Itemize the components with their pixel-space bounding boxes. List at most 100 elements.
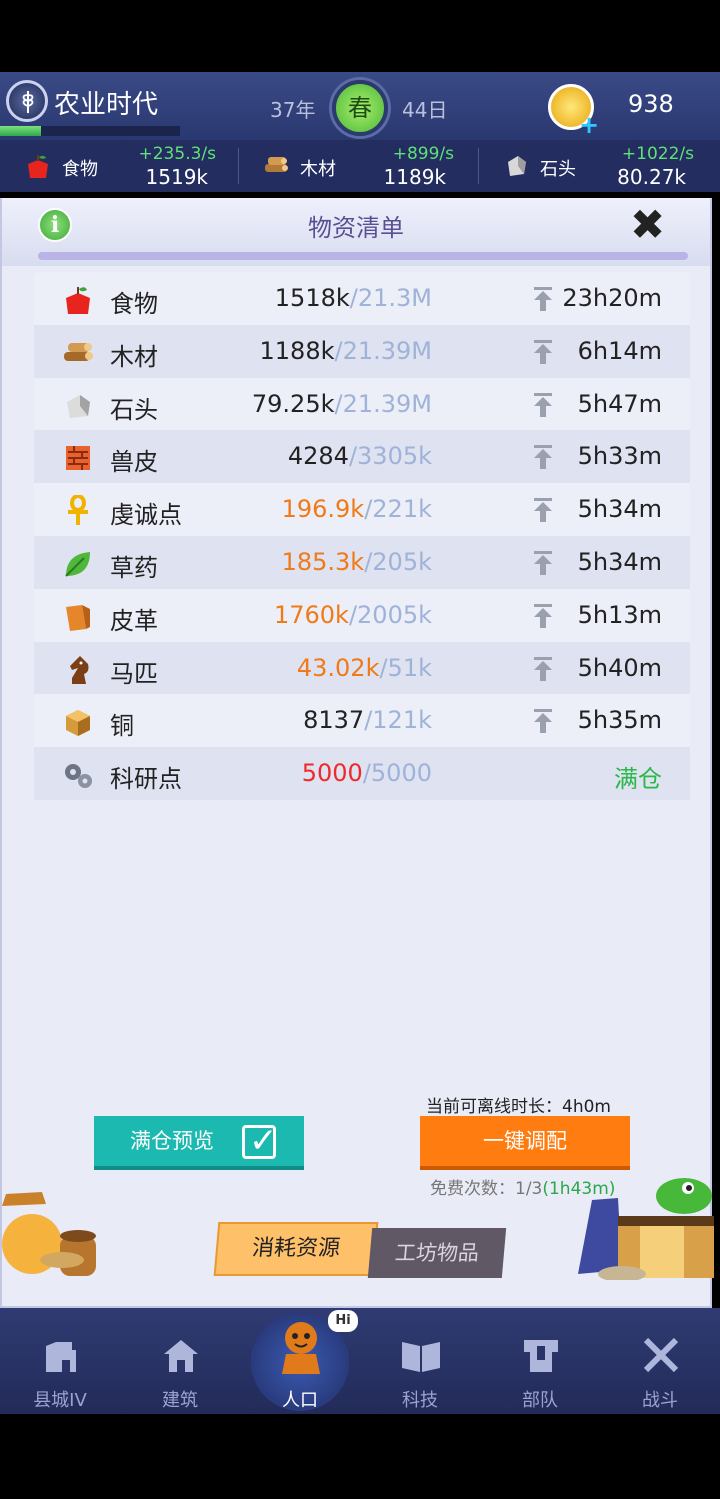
upgrade-arrow-icon[interactable] <box>532 392 554 418</box>
hi-badge: Hi <box>328 1310 358 1332</box>
ankh-icon <box>68 495 88 526</box>
resource-fill-time: 5h40m <box>577 653 662 682</box>
resource-name: 马匹 <box>110 659 158 688</box>
apple-icon <box>66 287 90 314</box>
apple-icon <box>28 155 48 178</box>
stone-icon <box>508 156 526 176</box>
coin-amount: 938 <box>628 90 674 118</box>
nav-army[interactable]: 部队 <box>480 1308 600 1414</box>
resource-fill-time: 5h34m <box>577 547 662 576</box>
era-title: 农业时代 <box>54 90 159 120</box>
resource-fill-time: 满仓 <box>614 765 662 794</box>
resource-name: 皮革 <box>110 606 158 635</box>
upgrade-arrow-icon[interactable] <box>532 708 554 734</box>
resource-amount: 1188k/21.39M <box>259 336 432 365</box>
resource-amount: 1518k/21.3M <box>274 284 432 312</box>
copper-icon <box>66 710 90 737</box>
upgrade-arrow-icon[interactable] <box>532 656 554 682</box>
resource-wood[interactable]: 木材 +899/s 1189k <box>238 140 478 192</box>
nav-battle[interactable]: 战斗 <box>600 1308 720 1414</box>
resource-fill-time: 5h13m <box>577 600 662 629</box>
tab-workshop-items[interactable]: 工坊物品 <box>367 1228 507 1278</box>
resource-row: 皮革 1760k/2005k 5h13m <box>34 589 690 642</box>
close-icon[interactable]: ✖ <box>630 204 665 246</box>
hide-icon <box>66 446 90 471</box>
castle-icon <box>46 1342 76 1372</box>
nav-county[interactable]: 县城IV <box>0 1308 120 1414</box>
checkbox-icon[interactable]: ✓ <box>242 1121 278 1161</box>
coin-icon[interactable]: + <box>548 84 599 139</box>
resource-name: 石头 <box>110 395 158 424</box>
era-progress-bar <box>0 126 180 136</box>
upgrade-arrow-icon[interactable] <box>532 603 554 629</box>
resource-row: 木材 1188k/21.39M 6h14m <box>34 324 690 378</box>
resource-amount: 196.9k/221k <box>281 495 432 524</box>
resource-stone[interactable]: 石头 +1022/s 80.27k <box>478 140 718 192</box>
resource-name: 木材 <box>110 342 158 371</box>
wood-logs-icon <box>64 342 93 361</box>
upgrade-arrow-icon[interactable] <box>532 339 554 365</box>
resource-amount: 4284/3305k <box>287 442 432 471</box>
nav-technology[interactable]: 科技 <box>360 1308 480 1414</box>
armor-icon <box>524 1340 558 1372</box>
resource-row: 兽皮 4284/3305k 5h33m <box>34 430 690 484</box>
book-icon <box>402 1342 440 1372</box>
resource-amount: 5000/5000 <box>301 759 432 788</box>
leaf-icon <box>65 551 90 577</box>
inventory-panel: i 物资清单 ✖ 食物 1518k/21.3M 23h20m 木材 1188k/21.3… <box>0 198 714 1308</box>
resource-fill-time: 23h20m <box>562 284 662 312</box>
resource-row: 科研点 5000/5000 满仓 <box>34 747 690 800</box>
resource-fill-time: 6h14m <box>577 336 662 365</box>
auto-allocate-button[interactable]: 一键调配 <box>420 1116 630 1170</box>
resource-name: 虔诚点 <box>110 501 182 530</box>
resource-amount: 79.25k/21.39M <box>251 389 432 418</box>
day-label: 44日 <box>402 98 448 122</box>
era-progress-fill <box>0 126 42 136</box>
upgrade-arrow-icon[interactable] <box>532 550 554 576</box>
upgrade-arrow-icon[interactable] <box>532 497 554 523</box>
resource-amount: 43.02k/51k <box>296 653 432 682</box>
resource-fill-time: 5h33m <box>577 442 662 471</box>
resource-food[interactable]: 食物 +235.3/s 1519k <box>0 140 240 192</box>
top-bar: 农业时代 37年 春 44日 + 938 <box>0 72 720 140</box>
upgrade-arrow-icon[interactable] <box>532 444 554 470</box>
resource-bar: 食物 +235.3/s 1519k 木材 +899/s 1189k 石头 +10… <box>0 140 720 192</box>
gears-icon <box>65 764 92 789</box>
divider <box>38 252 688 260</box>
horse-icon <box>70 655 89 684</box>
resource-amount: 1760k/2005k <box>273 600 432 629</box>
resource-row: 马匹 43.02k/51k 5h40m <box>34 641 690 695</box>
resource-name: 铜 <box>110 712 134 741</box>
resource-fill-time: 5h47m <box>577 389 662 418</box>
resource-name: 草药 <box>110 553 158 582</box>
panel-title: 物资清单 <box>308 214 404 242</box>
nav-buildings[interactable]: 建筑 <box>120 1308 240 1414</box>
bottom-nav: 县城IV 建筑 人口 科技 部队 战斗 <box>0 1308 720 1414</box>
resource-name: 食物 <box>110 290 158 318</box>
full-preview-button[interactable]: 满仓预览 ✓ <box>94 1116 304 1170</box>
panel-header: i 物资清单 ✖ <box>2 198 710 266</box>
stone-icon <box>67 394 90 418</box>
tab-consumables[interactable]: 消耗资源 <box>213 1222 379 1276</box>
resource-list: 食物 1518k/21.3M 23h20m 木材 1188k/21.39M 6h14m 石头… <box>34 272 690 800</box>
resource-amount: 8137/121k <box>303 706 432 735</box>
treasure-chest-decoration <box>578 1178 714 1280</box>
resource-row: 铜 8137/121k 5h35m <box>34 694 690 747</box>
resource-row: 食物 1518k/21.3M 23h20m <box>34 272 690 325</box>
person-icon <box>282 1322 320 1374</box>
season-badge[interactable]: 春 <box>332 80 388 136</box>
year-label: 37年 <box>270 98 316 122</box>
resource-name: 科研点 <box>110 765 182 794</box>
resource-amount: 185.3k/205k <box>281 547 432 576</box>
resource-fill-time: 5h35m <box>577 706 662 735</box>
add-coins-icon[interactable]: + <box>579 111 599 139</box>
upgrade-arrow-icon[interactable] <box>532 286 554 312</box>
food-sacks-decoration <box>2 1192 96 1276</box>
resource-row: 草药 185.3k/205k 5h34m <box>34 535 690 589</box>
wheat-icon[interactable] <box>6 80 48 122</box>
resource-fill-time: 5h34m <box>577 495 662 524</box>
resource-name: 兽皮 <box>110 448 158 477</box>
resource-row: 石头 79.25k/21.39M 5h47m <box>34 378 690 431</box>
offline-time: 当前可离线时长：4h0m <box>426 1097 611 1117</box>
resource-row: 虔诚点 196.9k/221k 5h34m <box>34 483 690 536</box>
